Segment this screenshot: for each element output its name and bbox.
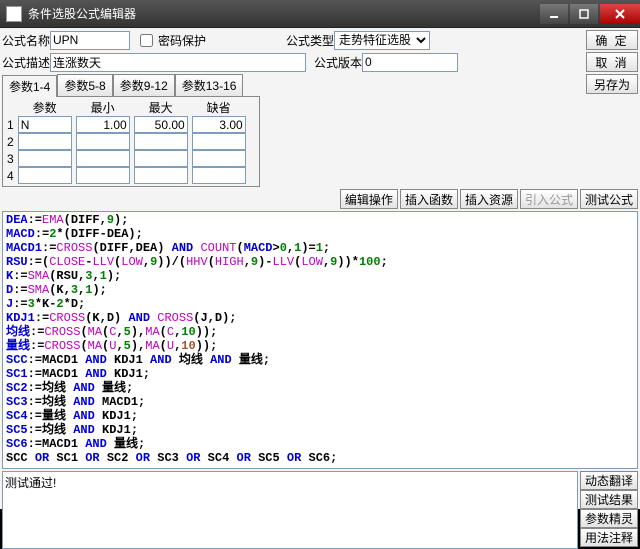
param-max-input[interactable] <box>134 167 188 184</box>
param-min-input[interactable] <box>76 150 130 167</box>
password-protect[interactable]: 密码保护 <box>136 31 206 50</box>
right-button-column: 确 定 取 消 另存为 <box>586 30 638 187</box>
param-grid: 参数最小最大缺省1234 <box>2 96 260 187</box>
name-label: 公式名称 <box>2 32 50 49</box>
param-row: 4 <box>5 167 248 184</box>
version-input[interactable] <box>362 53 458 72</box>
param-name-input[interactable] <box>18 167 72 184</box>
param-def-input[interactable] <box>192 116 246 133</box>
cancel-button[interactable]: 取 消 <box>586 52 638 72</box>
toolbar-button[interactable]: 测试公式 <box>580 189 638 209</box>
param-min-input[interactable] <box>76 116 130 133</box>
app-icon <box>6 6 22 22</box>
param-name-input[interactable] <box>18 116 72 133</box>
titlebar[interactable]: 条件选股公式编辑器 <box>0 0 640 28</box>
side-button[interactable]: 测试结果 <box>580 490 638 509</box>
side-button-column: 动态翻译测试结果参数精灵用法注释 <box>580 471 638 549</box>
param-header: 最大 <box>132 99 190 116</box>
param-header: 最小 <box>74 99 132 116</box>
param-def-input[interactable] <box>192 167 246 184</box>
param-name-input[interactable] <box>18 133 72 150</box>
name-input[interactable] <box>50 31 130 50</box>
param-row: 1 <box>5 116 248 133</box>
password-label: 密码保护 <box>158 32 206 49</box>
param-tab[interactable]: 参数9-12 <box>113 74 175 96</box>
param-max-input[interactable] <box>134 150 188 167</box>
toolbar-button[interactable]: 编辑操作 <box>340 189 398 209</box>
param-name-input[interactable] <box>18 150 72 167</box>
toolbar-button[interactable]: 插入资源 <box>460 189 518 209</box>
output-text: 测试通过! <box>5 476 56 490</box>
param-max-input[interactable] <box>134 133 188 150</box>
param-min-input[interactable] <box>76 167 130 184</box>
window-body: 公式名称 密码保护 公式类型 走势特征选股 公式描述 公式版本 <box>0 28 640 509</box>
toolbar-button[interactable]: 插入函数 <box>400 189 458 209</box>
desc-label: 公式描述 <box>2 54 50 71</box>
param-def-input[interactable] <box>192 150 246 167</box>
maximize-button[interactable] <box>570 4 598 24</box>
param-header: 缺省 <box>190 99 248 116</box>
output-box[interactable]: 测试通过! <box>2 471 578 549</box>
side-button[interactable]: 参数精灵 <box>580 509 638 528</box>
side-button[interactable]: 用法注释 <box>580 528 638 547</box>
code-editor[interactable]: DEA:=EMA(DIFF,9);MACD:=2*(DIFF-DEA);MACD… <box>2 211 638 469</box>
desc-input[interactable] <box>50 53 306 72</box>
param-tab[interactable]: 参数5-8 <box>57 74 112 96</box>
saveas-button[interactable]: 另存为 <box>586 74 638 94</box>
mid-button-row: 编辑操作插入函数插入资源引入公式测试公式 <box>2 189 638 209</box>
param-tab[interactable]: 参数13-16 <box>175 74 244 96</box>
ok-button[interactable]: 确 定 <box>586 30 638 50</box>
param-header: 参数 <box>16 99 74 116</box>
param-def-input[interactable] <box>192 133 246 150</box>
minimize-button[interactable] <box>540 4 568 24</box>
param-row: 3 <box>5 150 248 167</box>
version-label: 公式版本 <box>314 54 362 71</box>
type-select[interactable]: 走势特征选股 <box>334 31 430 50</box>
password-checkbox[interactable] <box>140 34 153 47</box>
side-button[interactable]: 动态翻译 <box>580 471 638 490</box>
type-label: 公式类型 <box>286 32 334 49</box>
toolbar-button[interactable]: 引入公式 <box>520 189 578 209</box>
param-row: 2 <box>5 133 248 150</box>
param-tabs: 参数1-4参数5-8参数9-12参数13-16 <box>2 74 584 96</box>
param-max-input[interactable] <box>134 116 188 133</box>
param-tab[interactable]: 参数1-4 <box>2 75 57 97</box>
close-button[interactable] <box>600 4 640 24</box>
window-title: 条件选股公式编辑器 <box>28 5 538 22</box>
param-min-input[interactable] <box>76 133 130 150</box>
